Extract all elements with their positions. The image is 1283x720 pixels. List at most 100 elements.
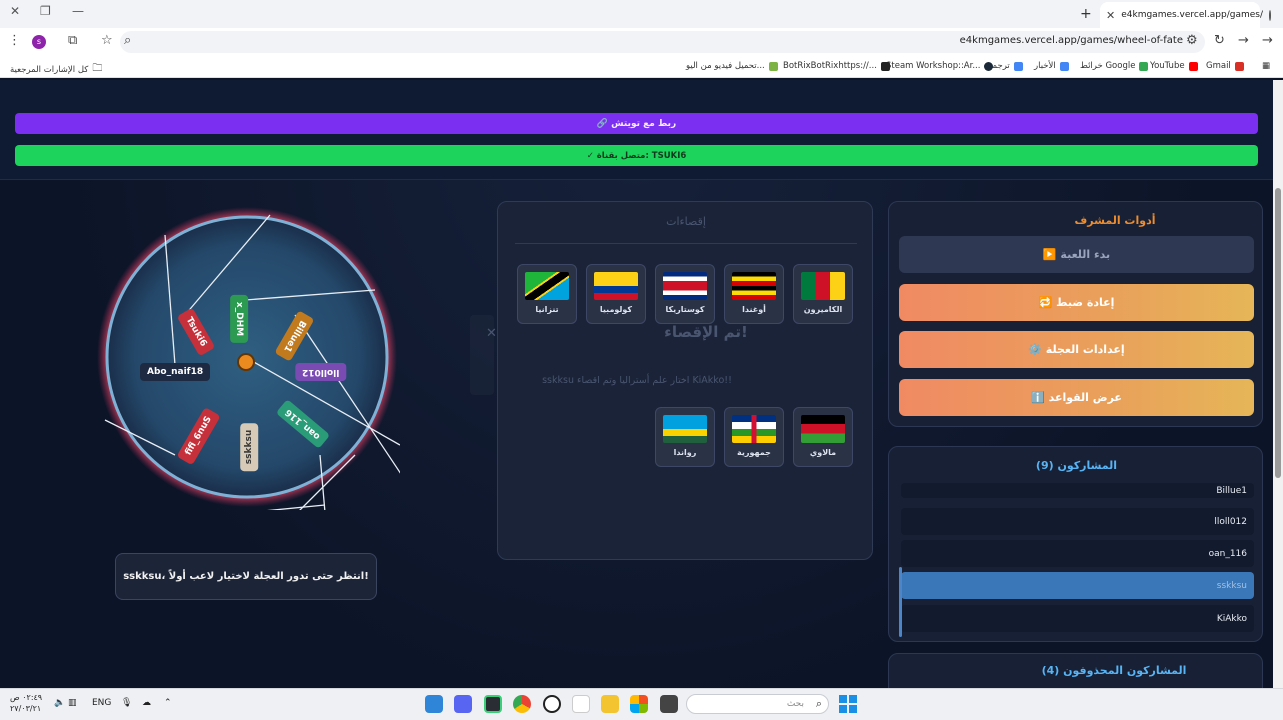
wheel[interactable]: Tsuki6 x_DHM Billue1 lloll012 oan_116 ss…	[95, 205, 406, 601]
android-icon	[768, 61, 778, 71]
flag-card-costarica[interactable]: كوستاريكا	[655, 264, 715, 324]
wheel-hub[interactable]	[237, 353, 255, 371]
wait-message: sskksu، انتظر حتى تدور العجلة لاختيار لا…	[115, 553, 377, 600]
eliminated-participants-panel: المشاركون المحذوفون (4)	[888, 653, 1263, 688]
clock[interactable]: ٠٢:٤٩ ص ٢٧/٠٣/٢١	[10, 692, 42, 714]
app-icon-f[interactable]	[425, 695, 443, 713]
youtube-icon	[1188, 61, 1198, 71]
folder-icon: 🗀	[92, 63, 103, 74]
chrome-icon[interactable]	[513, 695, 531, 713]
menu-icon[interactable]: ⋮	[8, 33, 21, 48]
rwanda-flag-icon	[663, 415, 707, 443]
discord-icon[interactable]	[454, 695, 472, 713]
windows-start-icon[interactable]	[839, 695, 857, 713]
site-settings-icon[interactable]: ⚙	[1186, 33, 1198, 48]
back-icon[interactable]: →	[1262, 33, 1273, 48]
flag-card-cameroon[interactable]: الكاميرون	[793, 264, 853, 324]
wheel-settings-button[interactable]: ⚙️ إعدادات العجلة	[899, 331, 1254, 368]
colombia-flag-icon	[594, 272, 638, 300]
bookmark-steam[interactable]: Steam Workshop::Ar...	[886, 61, 994, 71]
bookmark-label: الأخبار	[1034, 61, 1056, 71]
start-game-button[interactable]: ▶️ بدء اللعبة	[899, 236, 1254, 273]
wheel-name: x_DHM	[230, 294, 249, 344]
show-hidden-icons[interactable]: ⌃	[164, 698, 172, 708]
flag-card-uganda[interactable]: أوغندا	[724, 264, 784, 324]
bookmark-star-icon[interactable]: ☆	[101, 33, 113, 48]
elimination-message: sskksu اختار علم أستراليا وتم اقصاء KiAk…	[542, 375, 732, 386]
bookmark-youtube[interactable]: YouTube	[1150, 61, 1198, 71]
bookmark-news[interactable]: الأخبار	[1034, 61, 1069, 71]
app-icon-window[interactable]	[660, 695, 678, 713]
app-icon-a[interactable]	[572, 695, 590, 713]
apps-icon[interactable]: ▦	[1262, 61, 1270, 71]
flag-card-colombia[interactable]: كولومبيا	[586, 264, 646, 324]
gmail-icon	[1234, 61, 1244, 71]
wheel-name: lloll012	[295, 363, 347, 381]
flag-card-car[interactable]: جمهورية	[724, 407, 784, 467]
flag-card-malawi[interactable]: مالاوي	[793, 407, 853, 467]
costarica-flag-icon	[663, 272, 707, 300]
network-icon[interactable]: ▥	[68, 698, 77, 708]
bookmark-maps[interactable]: خرائط Google	[1080, 61, 1149, 71]
taskbar-search[interactable]: بحث ⌕	[686, 694, 829, 714]
tab-close-icon[interactable]: ✕	[1106, 9, 1115, 22]
store-icon[interactable]	[630, 695, 648, 713]
cameroon-flag-icon	[801, 272, 845, 300]
browser-tab-bar: ✕ ❐ — + ✕ e4kmgames.vercel.app/games/	[0, 0, 1283, 28]
steam-taskbar-icon[interactable]	[543, 695, 561, 713]
flag-label: كوستاريكا	[665, 305, 705, 314]
close-window-icon[interactable]: ✕	[10, 4, 20, 18]
bookmark-label: تحميل فيديو من اليو...	[686, 61, 765, 71]
bookmark-video-download[interactable]: تحميل فيديو من اليو...	[686, 61, 778, 71]
new-tab-button[interactable]: +	[1080, 6, 1092, 22]
zoom-icon[interactable]: ⌕	[124, 33, 131, 48]
restore-window-icon[interactable]: ❐	[40, 4, 51, 18]
tab-favicon-icon	[1268, 9, 1271, 21]
onedrive-icon[interactable]: ☁	[142, 698, 151, 708]
wheel-name: Abo_naif18	[140, 363, 211, 381]
participants-panel: المشاركون (9) Billue1 lloll012 oan_116 s…	[888, 446, 1263, 642]
bookmark-label: BotRixBotRixhttps://...	[783, 61, 877, 71]
reset-button[interactable]: 🔁 إعادة ضبط	[899, 284, 1254, 321]
participant-row[interactable]: lloll012	[901, 508, 1254, 535]
participant-row[interactable]: Billue1	[901, 483, 1254, 498]
scrollbar-thumb[interactable]	[1275, 188, 1281, 478]
file-explorer-icon[interactable]	[601, 695, 619, 713]
page: 🔗 ربط مع تويتش ✓ متصل بقناة: TSUKI6 Tsuk…	[0, 80, 1273, 688]
eliminated-title: المشاركون المحذوفون (4)	[1041, 664, 1187, 677]
forward-icon[interactable]: →	[1238, 33, 1249, 48]
bookmark-label: Steam Workshop::Ar...	[886, 61, 981, 71]
extensions-icon[interactable]: ⧉	[68, 33, 77, 48]
show-rules-button[interactable]: ℹ️ عرض القواعد	[899, 379, 1254, 416]
modal-close-icon[interactable]: ✕	[486, 326, 497, 341]
flag-card-rwanda[interactable]: رواندا	[655, 407, 715, 467]
bookmark-label: خرائط Google	[1080, 61, 1136, 71]
minimize-window-icon[interactable]: —	[72, 4, 84, 18]
flag-label: الكاميرون	[803, 305, 843, 314]
twitch-connect-button[interactable]: 🔗 ربط مع تويتش	[15, 113, 1258, 134]
all-bookmarks-label: كل الإشارات المرجعية	[10, 64, 89, 75]
bookmark-gmail[interactable]: Gmail	[1206, 61, 1244, 71]
participants-scrollbar[interactable]	[899, 567, 902, 637]
participant-row[interactable]: KiAkko	[901, 605, 1254, 632]
tab-title: e4kmgames.vercel.app/games/	[1121, 10, 1263, 20]
microphone-icon[interactable]: 🎙	[121, 698, 132, 708]
app-icon-green[interactable]	[484, 695, 502, 713]
car-flag-icon	[732, 415, 776, 443]
reload-icon[interactable]: ↻	[1214, 33, 1225, 48]
profile-avatar[interactable]: s	[32, 35, 46, 49]
all-bookmarks[interactable]: كل الإشارات المرجعية 🗀	[10, 61, 102, 78]
flag-label: رواندا	[673, 448, 697, 457]
participant-row[interactable]: oan_116	[901, 540, 1254, 567]
volume-icon[interactable]: 🔈	[54, 698, 65, 708]
page-scrollbar[interactable]	[1273, 80, 1283, 688]
language-indicator[interactable]: ENG	[92, 698, 111, 708]
flag-card-tanzania[interactable]: تنزانيا	[517, 264, 577, 324]
url-text[interactable]: e4kmgames.vercel.app/games/wheel-of-fate	[960, 35, 1183, 46]
flag-label: أوغندا	[742, 305, 766, 314]
browser-tab[interactable]: ✕ e4kmgames.vercel.app/games/	[1100, 2, 1271, 28]
bookmark-botrix[interactable]: BotRixBotRixhttps://...	[783, 61, 890, 71]
flag-label: مالاوي	[809, 448, 837, 457]
news-icon	[1059, 61, 1069, 71]
participant-row-selected[interactable]: sskksu	[901, 572, 1254, 599]
